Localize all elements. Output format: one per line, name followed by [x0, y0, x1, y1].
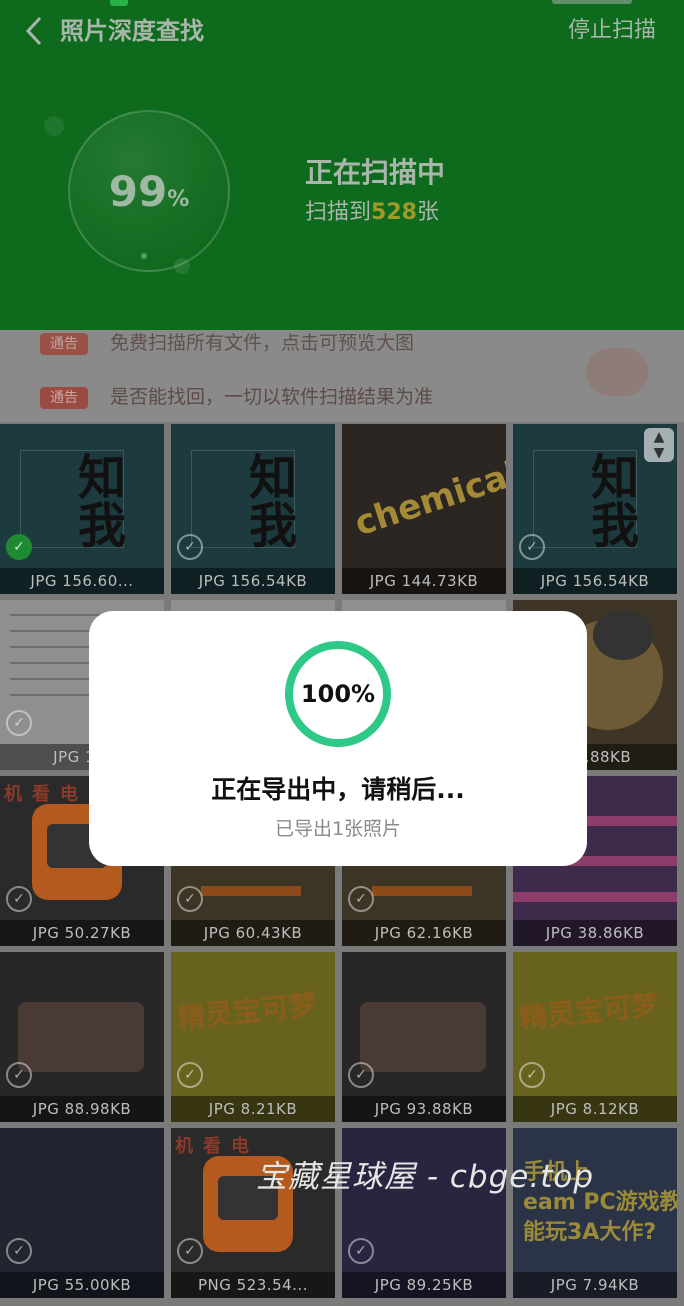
photo-caption: JPG 156.54KB: [513, 568, 677, 594]
back-icon[interactable]: [24, 14, 54, 48]
photo-item[interactable]: ✓ JPG 93.88KB: [342, 952, 506, 1122]
photo-caption: JPG 88.98KB: [0, 1096, 164, 1122]
photo-item[interactable]: ✓ JPG 89.25KB: [342, 1128, 506, 1298]
photo-item[interactable]: 精灵宝可梦 ✓ JPG 8.12KB: [513, 952, 677, 1122]
photo-item[interactable]: ✓ JPG 88.98KB: [0, 952, 164, 1122]
check-icon[interactable]: ✓: [177, 1062, 203, 1088]
thumb-text: 知我: [69, 452, 125, 548]
photo-caption: JPG 62.16KB: [342, 920, 506, 946]
thumb-text: 机看电: [175, 1136, 259, 1157]
photo-caption: JPG 8.12KB: [513, 1096, 677, 1122]
photo-caption: JPG 60.43KB: [171, 920, 335, 946]
notice-tag: 通告: [40, 332, 88, 355]
thumb-text: 知我: [582, 452, 638, 548]
check-icon[interactable]: ✓: [177, 534, 203, 560]
status-bar: [0, 0, 684, 10]
notice-item[interactable]: 通告 是否能找回，一切以软件扫描结果为准: [40, 382, 433, 412]
photo-caption: JPG 89.25KB: [342, 1272, 506, 1298]
check-icon[interactable]: ✓: [348, 1062, 374, 1088]
check-icon[interactable]: ✓: [6, 1238, 32, 1264]
notice-text: 是否能找回，一切以软件扫描结果为准: [110, 386, 434, 408]
app-root: 照片深度查找 停止扫描 99% 正在扫描中 扫描到528张 通告 免费扫描所有文件…: [0, 0, 684, 1306]
thumb-text: 知我: [240, 452, 296, 548]
thumb-text: chemical: [349, 453, 506, 545]
photo-item[interactable]: 知我 ✓ JPG 156.54KB: [171, 424, 335, 594]
photo-caption: JPG 55.00KB: [0, 1272, 164, 1298]
notice-action-button[interactable]: [586, 348, 648, 396]
photo-caption: JPG 156.54KB: [171, 568, 335, 594]
check-icon[interactable]: ✓: [348, 1238, 374, 1264]
thumb-text: 精灵宝可梦: [175, 987, 319, 1036]
bubble-decoration: [141, 253, 147, 259]
photo-item[interactable]: 知我 ✓ JPG 156.60...: [0, 424, 164, 594]
photo-caption: JPG 144.73KB: [342, 568, 506, 594]
check-icon[interactable]: ✓: [6, 710, 32, 736]
check-icon[interactable]: ✓: [6, 534, 32, 560]
check-icon[interactable]: ✓: [519, 1062, 545, 1088]
photo-item[interactable]: 精灵宝可梦 ✓ JPG 8.21KB: [171, 952, 335, 1122]
progress-percent: 99%: [108, 167, 190, 216]
watermark-text: 宝藏星球屋 - cbge.top: [256, 1159, 595, 1195]
export-progress-ring: 100%: [285, 641, 391, 747]
check-icon[interactable]: ✓: [6, 1062, 32, 1088]
photo-caption: PNG 523.54...: [171, 1272, 335, 1298]
export-dialog: 100% 正在导出中，请稍后... 已导出1张照片: [89, 611, 587, 866]
notice-tag: 通告: [40, 386, 88, 409]
page-title: 照片深度查找: [60, 17, 204, 45]
photo-caption: JPG 7.94KB: [513, 1272, 677, 1298]
photo-item[interactable]: 手机上 eam PC游戏教程 能玩3A大作? JPG 7.94KB: [513, 1128, 677, 1298]
export-title: 正在导出中，请稍后...: [211, 775, 465, 804]
thumb-text: 机看电: [4, 784, 88, 805]
photo-caption: JPG 50.27KB: [0, 920, 164, 946]
signal-icons: [552, 0, 632, 4]
photo-item[interactable]: ✓ JPG 55.00KB: [0, 1128, 164, 1298]
progress-bubble: 99%: [68, 110, 230, 272]
check-icon[interactable]: ✓: [6, 886, 32, 912]
export-percent: 100%: [300, 680, 376, 708]
photo-caption: JPG 93.88KB: [342, 1096, 506, 1122]
photo-item[interactable]: chemical JPG 144.73KB: [342, 424, 506, 594]
notice-text: 免费扫描所有文件，点击可预览大图: [110, 332, 415, 354]
scan-count: 扫描到528张: [305, 200, 439, 225]
photo-caption: JPG 156.60...: [0, 568, 164, 594]
battery-indicator-icon: [110, 0, 128, 6]
thumb-text: 精灵宝可梦: [517, 987, 661, 1036]
stop-scan-button[interactable]: 停止扫描: [568, 16, 656, 46]
sort-toggle-icon[interactable]: ▲ ▼: [644, 428, 674, 462]
notice-item[interactable]: 通告 免费扫描所有文件，点击可预览大图: [40, 328, 414, 358]
bubble-decoration: [174, 258, 190, 274]
bubble-decoration: [44, 116, 64, 136]
check-icon[interactable]: ✓: [177, 886, 203, 912]
photo-caption: JPG 8.21KB: [171, 1096, 335, 1122]
photo-item[interactable]: 机看电 ✓ PNG 523.54...: [171, 1128, 335, 1298]
export-subtitle: 已导出1张照片: [274, 818, 402, 840]
photo-caption: JPG 38.86KB: [513, 920, 677, 946]
check-icon[interactable]: ✓: [519, 534, 545, 560]
scan-header: 照片深度查找 停止扫描 99% 正在扫描中 扫描到528张: [0, 0, 684, 330]
check-icon[interactable]: ✓: [348, 886, 374, 912]
check-icon[interactable]: ✓: [177, 1238, 203, 1264]
scan-status-title: 正在扫描中: [305, 156, 446, 189]
